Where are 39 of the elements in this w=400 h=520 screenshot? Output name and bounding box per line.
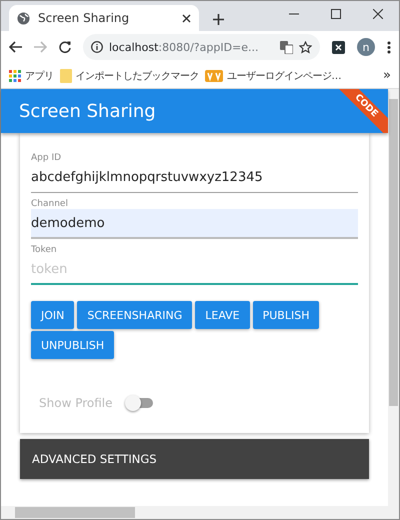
- field-label: App ID: [31, 153, 62, 163]
- maximize-icon[interactable]: [331, 9, 341, 19]
- star-icon[interactable]: [299, 40, 312, 54]
- reload-icon[interactable]: [59, 41, 71, 53]
- close-icon[interactable]: [373, 9, 383, 19]
- translate-icon[interactable]: [280, 40, 293, 54]
- field-label: Channel: [31, 199, 69, 209]
- advanced-settings-panel[interactable]: ADVANCED SETTINGS: [20, 439, 369, 479]
- globe-icon: [17, 12, 30, 24]
- bookmark-link[interactable]: インポートしたブックマーク: [76, 68, 199, 82]
- field-label: Token: [31, 245, 58, 255]
- action-button[interactable]: UNPUBLISH: [31, 331, 114, 359]
- app-title: Screen Sharing: [19, 100, 156, 122]
- more-bookmarks-button[interactable]: »: [383, 68, 391, 83]
- extension-icon[interactable]: [332, 40, 345, 54]
- address-text: localhost:8080/?appID=e...: [109, 40, 260, 54]
- browser-tab[interactable]: Screen Sharing: [9, 5, 199, 31]
- close-icon[interactable]: [182, 14, 191, 22]
- action-button[interactable]: SCREENSHARING: [77, 301, 192, 329]
- action-button[interactable]: LEAVE: [195, 301, 250, 329]
- input-field[interactable]: demodemo: [31, 209, 358, 239]
- address-bar[interactable]: localhost:8080/?appID=e...: [83, 34, 320, 60]
- new-tab-plus-icon[interactable]: [213, 14, 224, 25]
- toggle-label: Show Profile: [39, 396, 113, 410]
- toggle-switch[interactable]: [124, 395, 155, 411]
- info-icon: [91, 41, 103, 53]
- action-button[interactable]: JOIN: [31, 301, 74, 329]
- bookmark-link[interactable]: アプリ: [25, 68, 54, 82]
- page-favicon-icon: [205, 70, 223, 82]
- folder-icon: [60, 68, 72, 82]
- back-arrow-icon[interactable]: [9, 41, 22, 53]
- bookmark-link[interactable]: ユーザーログインページ…: [227, 68, 341, 82]
- menu-icon[interactable]: [387, 40, 391, 54]
- profile-avatar[interactable]: n: [357, 38, 375, 56]
- vertical-scrollbar[interactable]: [388, 89, 399, 506]
- apps-grid-icon: [9, 70, 21, 82]
- action-button[interactable]: PUBLISH: [252, 301, 320, 329]
- horizontal-scrollbar[interactable]: [1, 506, 399, 519]
- tab-title: Screen Sharing: [38, 11, 130, 25]
